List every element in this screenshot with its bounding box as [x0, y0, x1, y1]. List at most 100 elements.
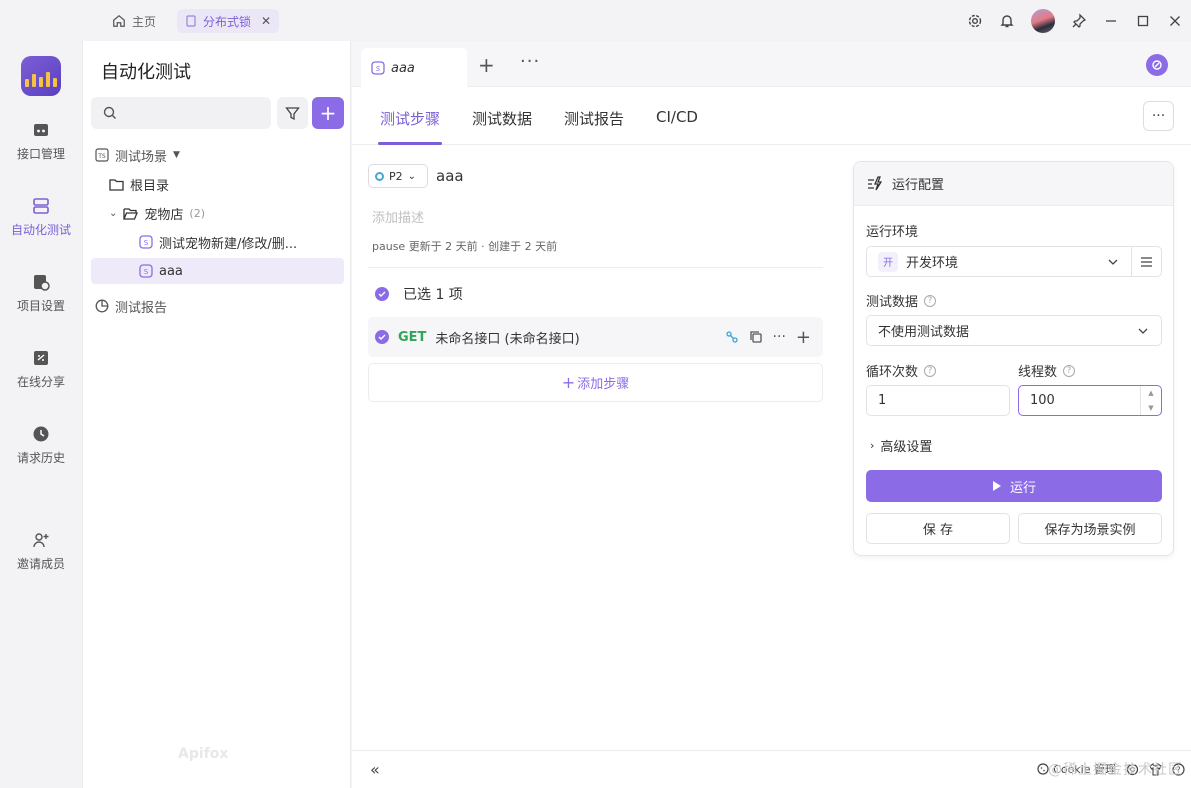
- help-icon[interactable]: ?: [924, 364, 937, 377]
- env-menu-button[interactable]: [1131, 246, 1162, 277]
- svg-text:S: S: [144, 239, 149, 247]
- help-icon[interactable]: ?: [1063, 364, 1076, 377]
- nav-project-settings[interactable]: 项目设置: [0, 273, 82, 314]
- data-label-text: 测试数据: [866, 295, 919, 310]
- svg-text:S: S: [144, 268, 149, 276]
- close-tab-icon[interactable]: ✕: [261, 14, 271, 28]
- link-icon[interactable]: [725, 330, 739, 344]
- add-button[interactable]: +: [312, 97, 344, 129]
- caret-down-icon[interactable]: ▼: [173, 150, 180, 160]
- home-icon: [113, 14, 125, 27]
- panel-title: 运行配置: [892, 178, 945, 193]
- tab-more-button[interactable]: ···: [520, 51, 540, 72]
- tree-scenario-group[interactable]: TS 测试场景 ▼: [95, 142, 348, 168]
- close-window-icon[interactable]: [1159, 0, 1191, 41]
- divider: [368, 267, 823, 268]
- nav-label: 自动化测试: [10, 223, 71, 237]
- save-as-scenario-button[interactable]: 保存为场景实例: [1018, 513, 1162, 544]
- title-bar: 主页 分布式锁 ✕: [0, 0, 1191, 41]
- copy-icon[interactable]: [749, 330, 763, 344]
- tab-test-steps[interactable]: 测试步骤: [380, 108, 440, 129]
- stepper-up-icon[interactable]: ▲: [1148, 389, 1153, 397]
- test-data-value: 不使用测试数据: [878, 325, 970, 340]
- step-row[interactable]: GET 未命名接口 (未命名接口) ··· +: [368, 317, 823, 357]
- home-tab[interactable]: 主页: [104, 8, 164, 34]
- tree-root-folder[interactable]: 根目录: [109, 171, 362, 197]
- history-clock-icon: [33, 426, 49, 442]
- run-button-label: 运行: [1009, 480, 1036, 496]
- nav-online-share[interactable]: 在线分享: [0, 349, 82, 390]
- data-label: 测试数据 ?: [866, 291, 937, 310]
- tree-report[interactable]: 测试报告: [95, 293, 348, 319]
- maximize-icon[interactable]: [1127, 0, 1159, 41]
- run-button[interactable]: 运行: [866, 470, 1162, 502]
- env-badge: 开: [878, 251, 898, 272]
- tree-case-label: 测试宠物新建/修改/删...: [159, 236, 298, 252]
- checkbox-checked-icon[interactable]: [375, 287, 389, 301]
- more-options-button[interactable]: ···: [1143, 101, 1174, 131]
- chevron-down-icon[interactable]: ⌄: [109, 208, 117, 219]
- tab-test-report[interactable]: 测试报告: [564, 108, 624, 129]
- collapse-sidebar-icon[interactable]: «: [370, 760, 380, 779]
- project-settings-icon: [34, 275, 50, 291]
- advanced-settings-toggle[interactable]: › 高级设置: [870, 436, 932, 455]
- svg-text:TS: TS: [97, 153, 106, 160]
- menu-lines-icon: [1141, 256, 1152, 267]
- nav-auto-test[interactable]: 自动化测试: [0, 197, 82, 238]
- nav-label: 邀请成员: [16, 557, 65, 571]
- select-all-row[interactable]: 已选 1 项: [375, 284, 463, 304]
- open-doc-tab[interactable]: 分布式锁 ✕: [177, 9, 280, 33]
- ts-icon: TS: [95, 148, 109, 162]
- search-input[interactable]: [91, 97, 271, 129]
- env-label: 运行环境: [866, 221, 918, 240]
- new-tab-button[interactable]: +: [478, 53, 495, 77]
- bell-icon[interactable]: [991, 0, 1023, 41]
- brand-watermark: Apifox: [178, 746, 229, 762]
- thread-label-text: 线程数: [1018, 365, 1058, 380]
- app-logo: [21, 56, 61, 96]
- tab-ci-cd[interactable]: CI/CD: [656, 108, 698, 126]
- settings-gear-icon[interactable]: [959, 0, 991, 41]
- run-config-panel: 运行配置 运行环境 开 开发环境 测试数据 ? 不使用测试数据 循环次数 ? 1: [853, 161, 1174, 556]
- search-icon: [103, 106, 116, 119]
- sub-tabs: 测试步骤 测试数据 测试报告 CI/CD ···: [352, 88, 1191, 145]
- minimize-icon[interactable]: [1095, 0, 1127, 41]
- nav-invite-members[interactable]: 邀请成员: [0, 531, 82, 572]
- add-step-button[interactable]: + 添加步骤: [368, 363, 823, 402]
- priority-select[interactable]: P2 ⌄: [368, 164, 428, 188]
- env-select[interactable]: 开 开发环境: [866, 246, 1132, 277]
- stepper-down-icon[interactable]: ▼: [1148, 404, 1153, 412]
- tree-case-aaa[interactable]: S aaa: [91, 258, 344, 284]
- svg-text:S: S: [376, 65, 381, 73]
- test-data-select[interactable]: 不使用测试数据: [866, 315, 1162, 346]
- help-icon[interactable]: ?: [924, 294, 937, 307]
- filter-icon: [285, 106, 300, 120]
- number-stepper[interactable]: ▲ ▼: [1140, 386, 1161, 415]
- pin-icon[interactable]: [1063, 0, 1095, 41]
- checkbox-checked-icon[interactable]: [375, 330, 389, 344]
- plus-icon[interactable]: +: [796, 327, 811, 348]
- step-name: 未命名接口 (未命名接口): [435, 331, 580, 347]
- user-avatar[interactable]: [1031, 8, 1055, 33]
- pie-chart-icon: [95, 299, 109, 313]
- filter-button[interactable]: [277, 97, 308, 129]
- nav-request-history[interactable]: 请求历史: [0, 425, 82, 466]
- tree-case-pet-crud[interactable]: S 测试宠物新建/修改/删...: [139, 229, 339, 255]
- sync-icon[interactable]: [1146, 54, 1168, 76]
- tree-pet-folder[interactable]: ⌄ 宠物店 (2): [109, 200, 362, 226]
- thread-count-input[interactable]: 100 ▲ ▼: [1018, 385, 1162, 416]
- plus-icon: +: [561, 373, 576, 392]
- priority-dot-icon: [375, 171, 384, 181]
- folder-icon: [109, 178, 124, 191]
- add-user-icon: [33, 533, 49, 548]
- case-name[interactable]: aaa: [436, 167, 464, 185]
- nav-api-management[interactable]: 接口管理: [0, 121, 82, 162]
- file-tab-aaa[interactable]: S aaa: [361, 48, 467, 88]
- more-icon[interactable]: ···: [773, 329, 786, 345]
- save-button[interactable]: 保 存: [866, 513, 1010, 544]
- tab-test-data[interactable]: 测试数据: [472, 108, 532, 129]
- loop-count-input[interactable]: 1: [866, 385, 1010, 416]
- description-input[interactable]: 添加描述: [372, 207, 424, 226]
- api-icon: [34, 124, 48, 136]
- home-tab-label: 主页: [132, 14, 157, 29]
